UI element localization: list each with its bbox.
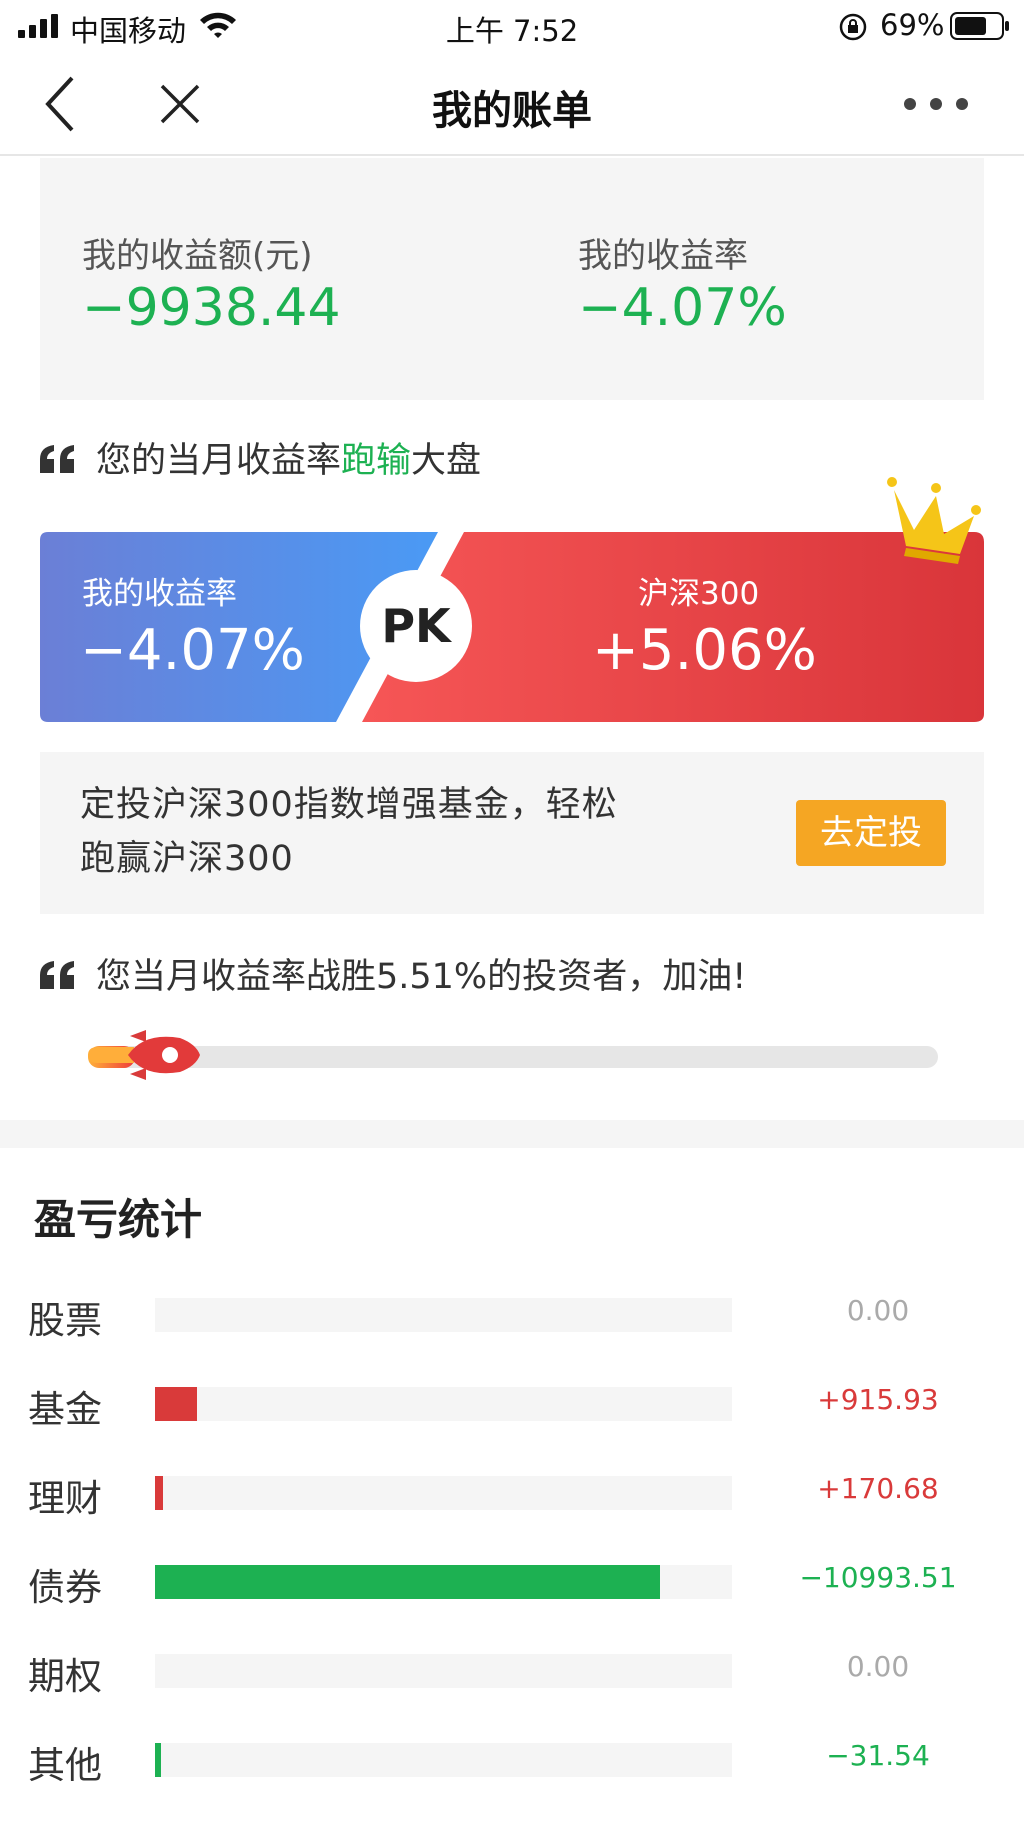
stat-amount: 0.00 xyxy=(846,1294,910,1327)
quote-icon xyxy=(40,961,74,989)
income-label: 我的收益额(元) xyxy=(82,236,313,276)
rate-label: 我的收益率 xyxy=(578,236,748,276)
stat-name: 基金 xyxy=(28,1388,102,1431)
compare-quote-prefix: 您的当月收益率 xyxy=(96,441,342,481)
rank-quote-text: 您当月收益率战胜5.51%的投资者，加油! xyxy=(96,957,747,997)
invest-button[interactable]: 去定投 xyxy=(796,800,946,866)
stat-name: 理财 xyxy=(28,1477,102,1520)
stat-bar xyxy=(155,1565,660,1599)
rank-quote: 您当月收益率战胜5.51%的投资者，加油! xyxy=(40,948,746,999)
compare-quote: 您的当月收益率跑输大盘 xyxy=(40,432,481,483)
stat-bar-track xyxy=(155,1565,732,1599)
rocket-icon xyxy=(88,1030,200,1080)
promo-card: 定投沪深300指数增强基金，轻松 跑赢沪深300 去定投 xyxy=(40,752,984,914)
status-time: 上午 7:52 xyxy=(445,14,579,48)
stat-name: 债券 xyxy=(28,1566,102,1609)
crown-icon xyxy=(887,477,981,564)
stat-row-bond: 债券 −10993.51 xyxy=(0,1551,1024,1611)
stat-row-option: 期权 0.00 xyxy=(0,1640,1024,1700)
stats-title: 盈亏统计 xyxy=(34,1195,203,1244)
stat-row-stock: 股票 0.00 xyxy=(0,1284,1024,1344)
stat-name: 期权 xyxy=(28,1655,102,1698)
stat-row-wealth: 理财 +170.68 xyxy=(0,1462,1024,1522)
stat-bar-track xyxy=(155,1298,732,1332)
stat-amount: −31.54 xyxy=(826,1739,930,1772)
pk-index-value: +5.06% xyxy=(592,618,817,683)
compare-quote-suffix: 大盘 xyxy=(411,441,482,481)
stat-amount: +170.68 xyxy=(817,1472,939,1505)
pk-index-label: 沪深300 xyxy=(638,576,760,612)
stat-bar-track xyxy=(155,1654,732,1688)
stat-amount: +915.93 xyxy=(817,1383,939,1416)
pk-my-value: −4.07% xyxy=(80,618,305,683)
stat-name: 股票 xyxy=(28,1299,102,1342)
battery-percent: 69% xyxy=(880,8,945,42)
compare-quote-highlight: 跑输 xyxy=(341,441,412,481)
rank-progress-track xyxy=(88,1046,938,1068)
stat-bar-track xyxy=(155,1743,732,1777)
rate-value: −4.07% xyxy=(578,278,787,338)
stat-name: 其他 xyxy=(28,1744,102,1787)
stat-bar-track xyxy=(155,1387,732,1421)
stat-bar xyxy=(155,1387,198,1421)
nav-bar: 我的账单 xyxy=(0,52,1024,156)
stat-amount: −10993.51 xyxy=(799,1561,957,1594)
battery-icon xyxy=(950,12,1009,40)
page-title: 我的账单 xyxy=(432,88,592,134)
promo-line-1: 定投沪深300指数增强基金，轻松 xyxy=(80,785,618,825)
status-bar: 中国移动 上午 7:52 69% xyxy=(0,0,1024,52)
pk-comparison-card: 我的收益率 −4.07% PK 沪深300 +5.06% xyxy=(40,530,984,724)
earnings-summary-card: 我的收益额(元) −9938.44 我的收益率 −4.07% xyxy=(40,158,984,400)
stat-bar xyxy=(155,1743,161,1777)
stat-row-fund: 基金 +915.93 xyxy=(0,1373,1024,1433)
promo-line-2: 跑赢沪深300 xyxy=(80,839,294,879)
income-value: −9938.44 xyxy=(82,278,341,338)
stat-row-other: 其他 −31.54 xyxy=(0,1729,1024,1789)
stat-bar xyxy=(155,1476,163,1510)
quote-icon xyxy=(40,445,74,473)
pk-my-label: 我的收益率 xyxy=(82,576,237,612)
stat-bar-track xyxy=(155,1476,732,1510)
rotation-lock-icon xyxy=(839,13,867,41)
pk-badge: PK xyxy=(360,570,472,682)
stat-amount: 0.00 xyxy=(846,1650,910,1683)
promo-text: 定投沪深300指数增强基金，轻松 跑赢沪深300 xyxy=(80,778,680,886)
more-options-icon[interactable] xyxy=(900,92,972,116)
section-separator xyxy=(0,1120,1024,1148)
